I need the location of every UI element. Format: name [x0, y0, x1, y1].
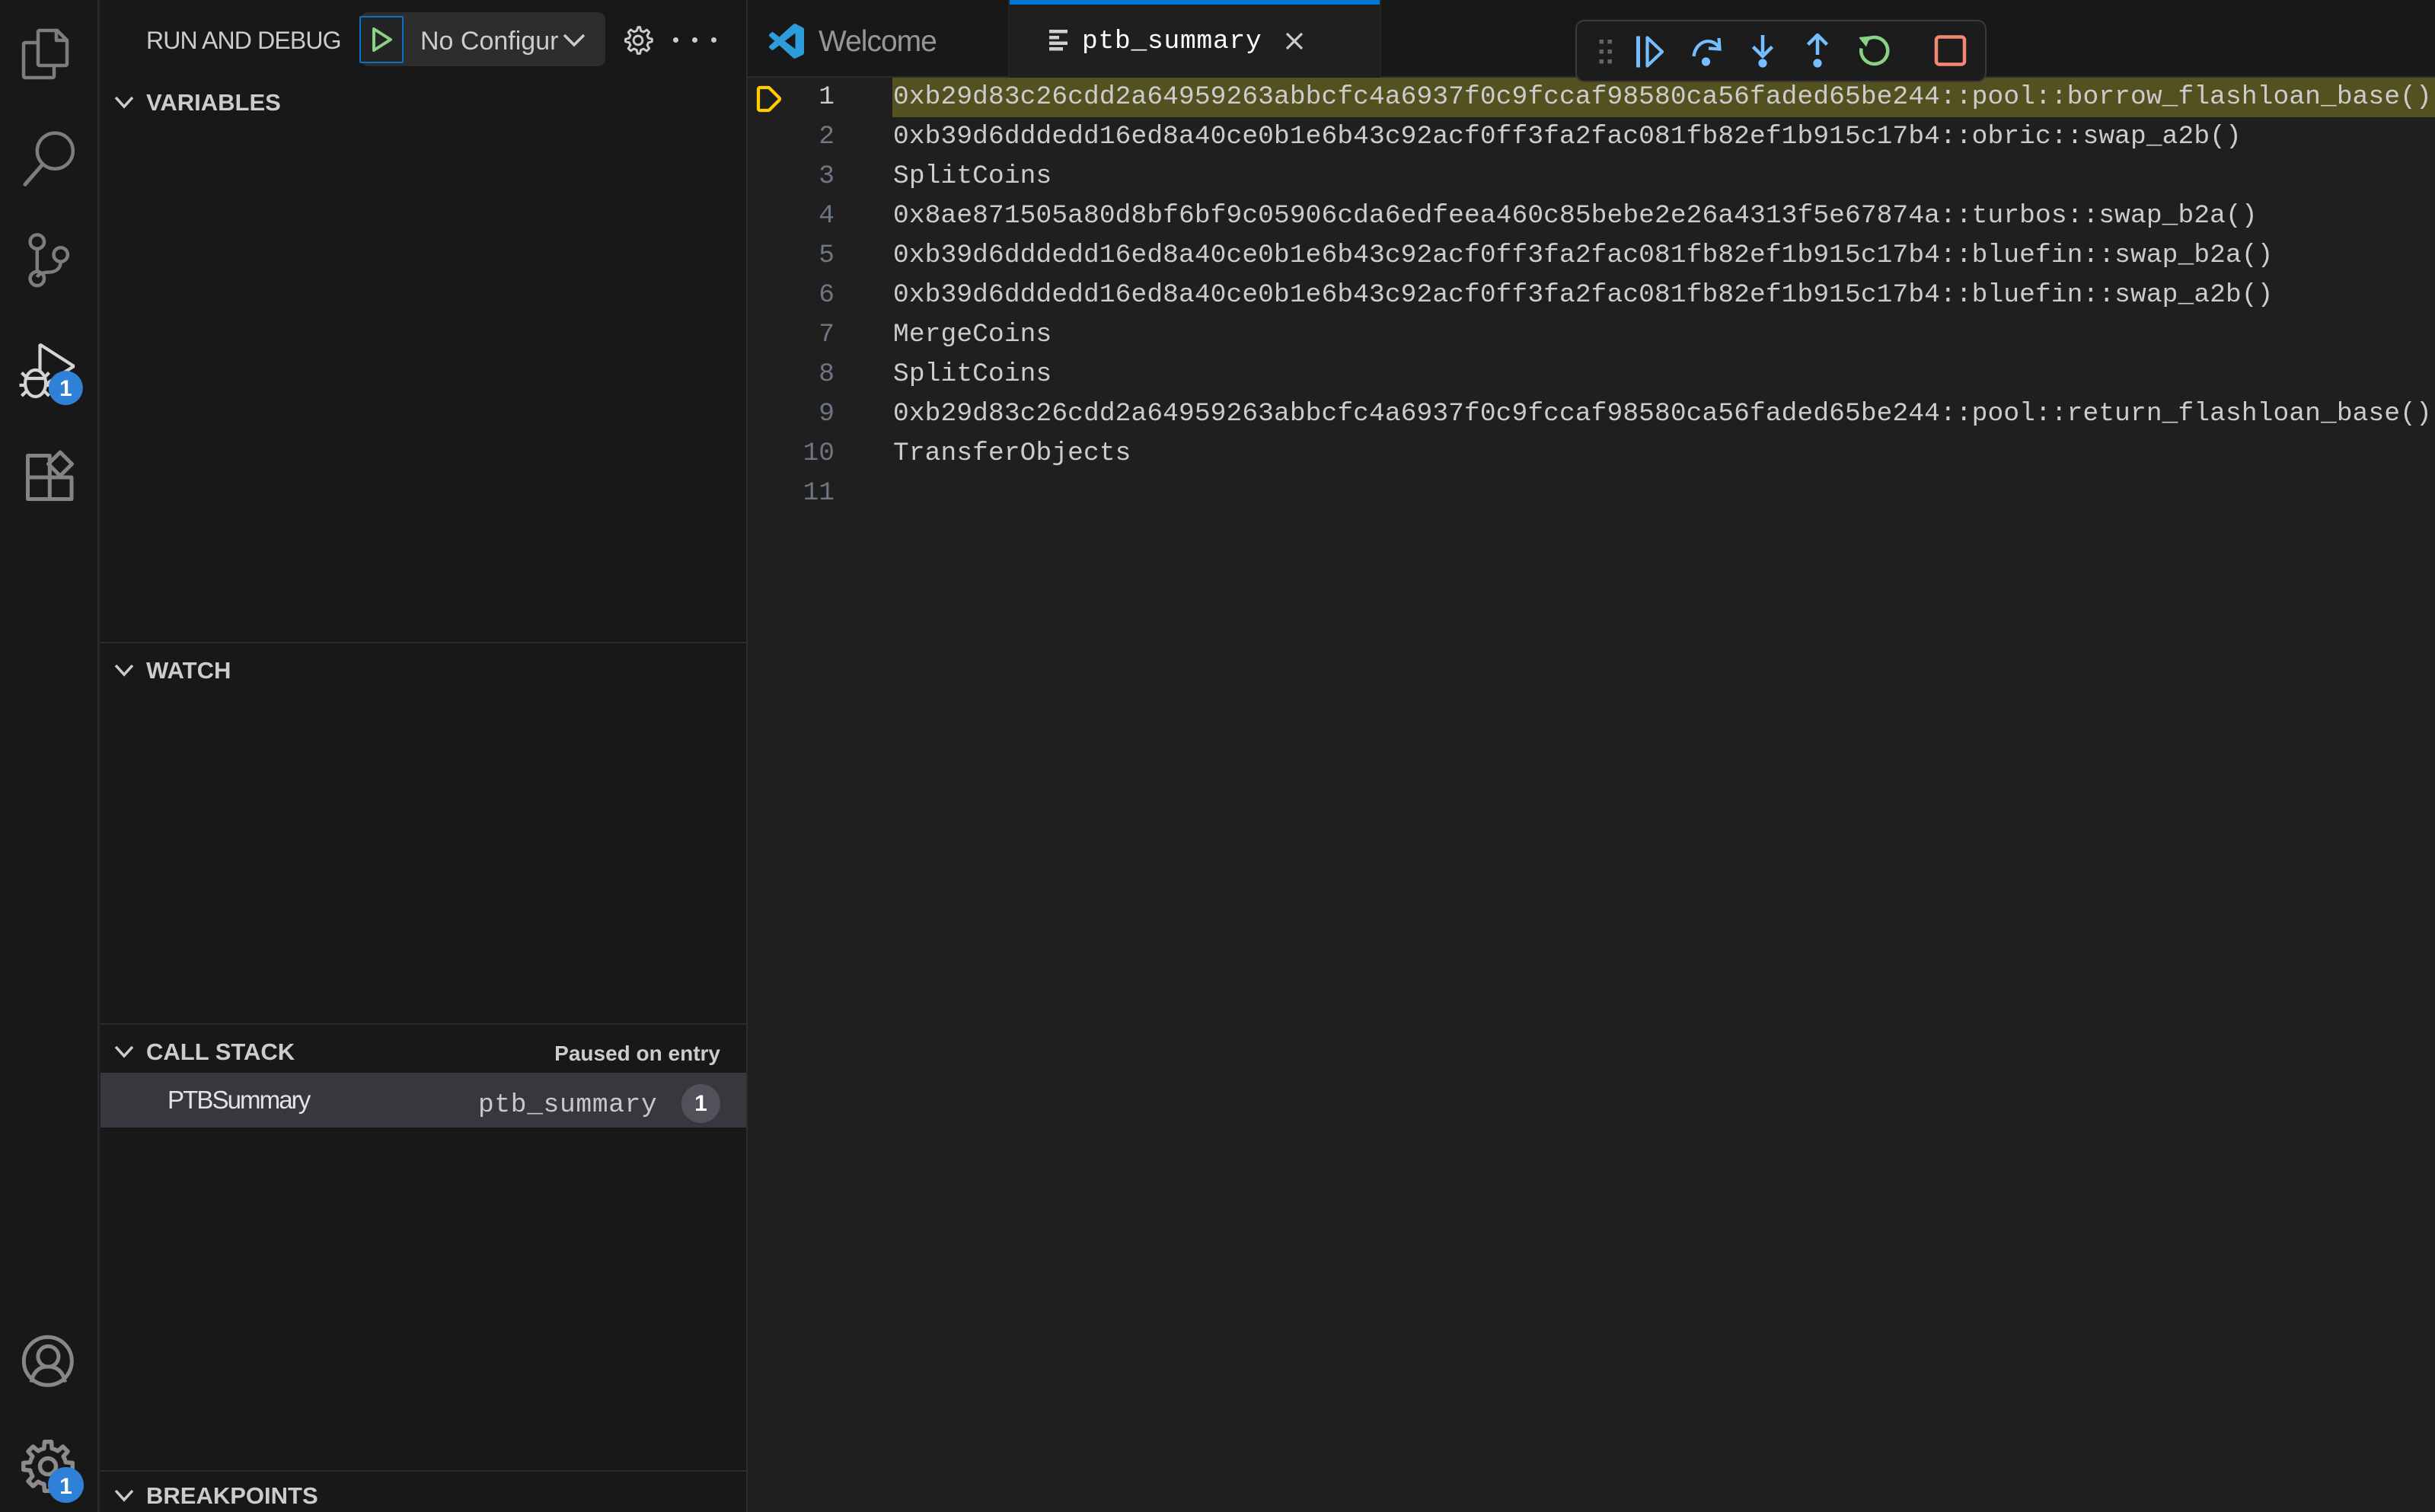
svg-text:1: 1: [59, 376, 72, 401]
